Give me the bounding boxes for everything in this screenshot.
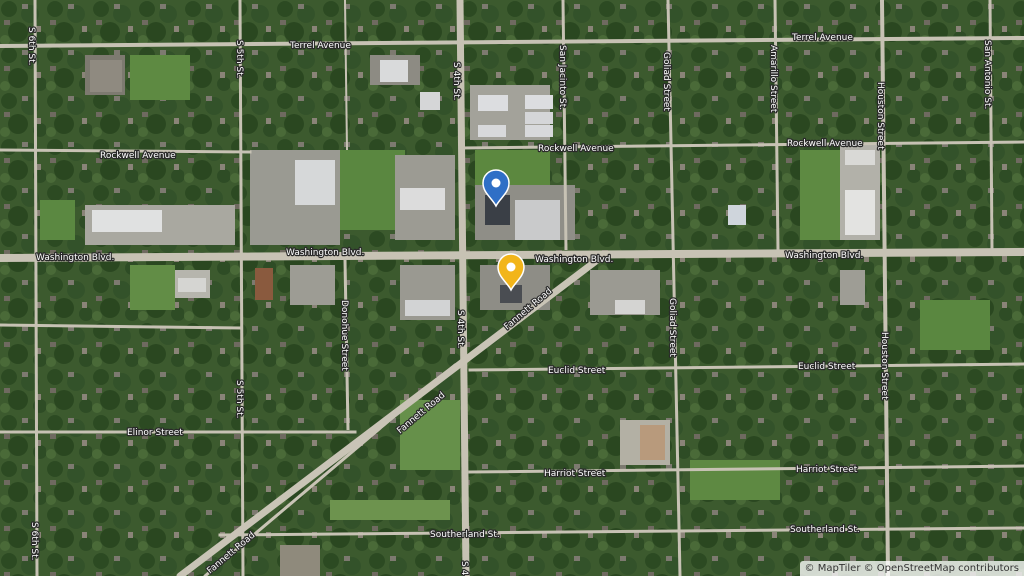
- washington-blvd-label-west: Washington Blvd.: [36, 253, 114, 263]
- san-antonio-st-label: San Antonio St.: [982, 40, 992, 109]
- amarillo-street-label: Amarillo Street: [768, 45, 778, 113]
- southerland-st-label-east: Southerland St.: [790, 525, 860, 535]
- washington-blvd-label-mid: Washington Blvd.: [535, 255, 613, 265]
- s-5th-st-label-top: S 5th St.: [234, 40, 244, 79]
- washington-blvd-label-west2: Washington Blvd.: [286, 248, 364, 258]
- rockwell-avenue-label-mid: Rockwell Avenue: [538, 144, 614, 154]
- map-view[interactable]: Terrel Avenue Terrel Avenue Rockwell Ave…: [0, 0, 1024, 576]
- s-4th-st-label-mid: S 4th St.: [455, 310, 465, 349]
- san-jacinto-st-label: San Jacinto St.: [557, 45, 567, 110]
- s-4th-st-label-top: S 4th St.: [451, 62, 461, 101]
- terrel-avenue-label-east: Terrel Avenue: [791, 33, 853, 43]
- goliad-street-label-mid: Goliad Street: [667, 298, 677, 357]
- southerland-st-label-mid: Southerland St.: [430, 530, 500, 540]
- harriot-street-label-east: Harriot Street: [796, 465, 858, 475]
- s-6th-st-label-top: S 6th St.: [26, 27, 36, 66]
- map-attribution[interactable]: © MapTiler © OpenStreetMap contributors: [799, 561, 1024, 576]
- euclid-street-label-east: Euclid Street: [798, 362, 856, 372]
- s-5th-st-label-bottom: S 5th St.: [234, 380, 244, 419]
- rockwell-avenue-label-east: Rockwell Avenue: [787, 139, 863, 149]
- terrel-avenue-label-west: Terrel Avenue: [289, 41, 351, 51]
- washington-blvd-label-east: Washington Blvd.: [785, 251, 863, 261]
- s-6th-st-label-bottom: S 6th St.: [29, 522, 39, 561]
- s-4th-st-label-bottom: S 4: [459, 561, 469, 576]
- elinor-street-label: Elinor Street: [127, 428, 183, 438]
- houston-street-label-top: Houston Street: [875, 82, 885, 150]
- euclid-street-label-mid: Euclid Street: [548, 366, 606, 376]
- donohue-street-label: Donohue Street: [339, 300, 349, 371]
- goliad-street-label-top: Goliad Street: [661, 52, 671, 111]
- rockwell-avenue-label-west: Rockwell Avenue: [100, 151, 176, 161]
- houston-street-label-mid: Houston Street: [879, 332, 889, 400]
- satellite-map[interactable]: Terrel Avenue Terrel Avenue Rockwell Ave…: [0, 0, 1024, 576]
- harriot-street-label-mid: Harriot Street: [544, 469, 606, 479]
